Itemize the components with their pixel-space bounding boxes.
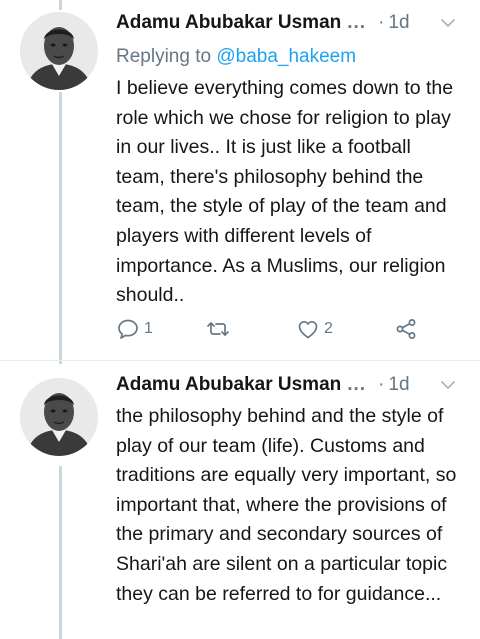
author-name[interactable]: Adamu Abubakar Usman — [116, 374, 341, 396]
tweet-header: Adamu Abubakar Usman ... · 1d — [116, 8, 464, 38]
separator-dot: · — [378, 374, 385, 395]
heart-icon — [298, 321, 318, 339]
retweet-icon — [207, 322, 229, 336]
tweet-divider — [0, 360, 480, 361]
tweet[interactable]: Adamu Abubakar Usman ... · 1d the philos… — [0, 370, 480, 639]
separator-dot: · — [378, 12, 385, 33]
replying-to: Replying to @baba_hakeem — [116, 42, 464, 72]
avatar[interactable] — [20, 12, 98, 90]
name-truncation: ... — [347, 12, 367, 33]
reply-count: 1 — [144, 320, 153, 337]
tweet[interactable]: Adamu Abubakar Usman ... · 1d Replying t… — [0, 8, 480, 358]
chevron-down-icon[interactable] — [440, 15, 456, 31]
name-truncation: ... — [347, 374, 367, 395]
tweet-text: the philosophy behind and the style of p… — [116, 405, 457, 605]
tweet-header: Adamu Abubakar Usman ... · 1d — [116, 370, 464, 400]
timestamp[interactable]: 1d — [388, 374, 409, 396]
reply-icon — [118, 319, 138, 339]
like-count: 2 — [324, 320, 333, 337]
retweet-button[interactable] — [206, 317, 296, 341]
reply-button[interactable]: 1 — [116, 317, 206, 341]
replying-prefix: Replying to — [116, 46, 212, 67]
author-name[interactable]: Adamu Abubakar Usman — [116, 12, 341, 34]
tweet-actions: 1 2 — [116, 314, 426, 344]
tweet-text: I believe everything comes down to the r… — [116, 77, 454, 307]
share-button[interactable] — [394, 317, 418, 341]
timestamp[interactable]: 1d — [388, 12, 409, 34]
avatar[interactable] — [20, 378, 98, 456]
share-icon — [396, 319, 416, 339]
like-button[interactable]: 2 — [296, 317, 394, 341]
chevron-down-icon[interactable] — [440, 377, 456, 393]
replying-handle-link[interactable]: @baba_hakeem — [216, 46, 356, 67]
